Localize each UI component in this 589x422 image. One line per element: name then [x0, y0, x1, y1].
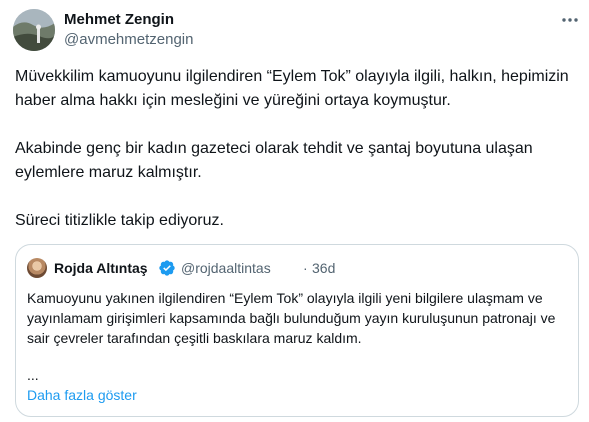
tweet-body: Müvekkilim kamuoyunu ilgilendiren “Eylem… — [15, 65, 580, 257]
quoted-tweet[interactable]: Rojda Altıntaş @rojdaaltintas · 36d Kamu… — [15, 244, 579, 417]
quoted-timestamp[interactable]: 36d — [312, 260, 335, 277]
tweet-paragraph: Süreci titizlikle takip ediyoruz. — [15, 212, 224, 229]
tweet: Mehmet Zengin @avmehmetzengin Müvekkilim… — [0, 0, 589, 422]
more-options-icon[interactable] — [558, 11, 582, 29]
quoted-tweet-text: Kamuoyunu yakınen ilgilendiren “Eylem To… — [27, 290, 556, 346]
tweet-paragraph: Müvekkilim kamuoyunu ilgilendiren “Eylem… — [15, 68, 569, 109]
quoted-author-avatar[interactable] — [27, 258, 47, 278]
author-handle[interactable]: @avmehmetzengin — [64, 31, 193, 49]
tweet-paragraph: Akabinde genç bir kadın gazeteci olarak … — [15, 140, 533, 181]
author-name[interactable]: Mehmet Zengin — [64, 11, 174, 29]
quoted-author-handle[interactable]: @rojdaaltintas — [181, 260, 271, 277]
show-more-link[interactable]: Daha fazla göster — [27, 386, 137, 404]
author-avatar[interactable] — [13, 9, 55, 51]
quoted-author-name[interactable]: Rojda Altıntaş — [54, 260, 148, 277]
verified-badge-icon — [158, 259, 176, 277]
separator-dot: · — [303, 260, 308, 276]
quoted-ellipsis: ... — [27, 367, 39, 383]
